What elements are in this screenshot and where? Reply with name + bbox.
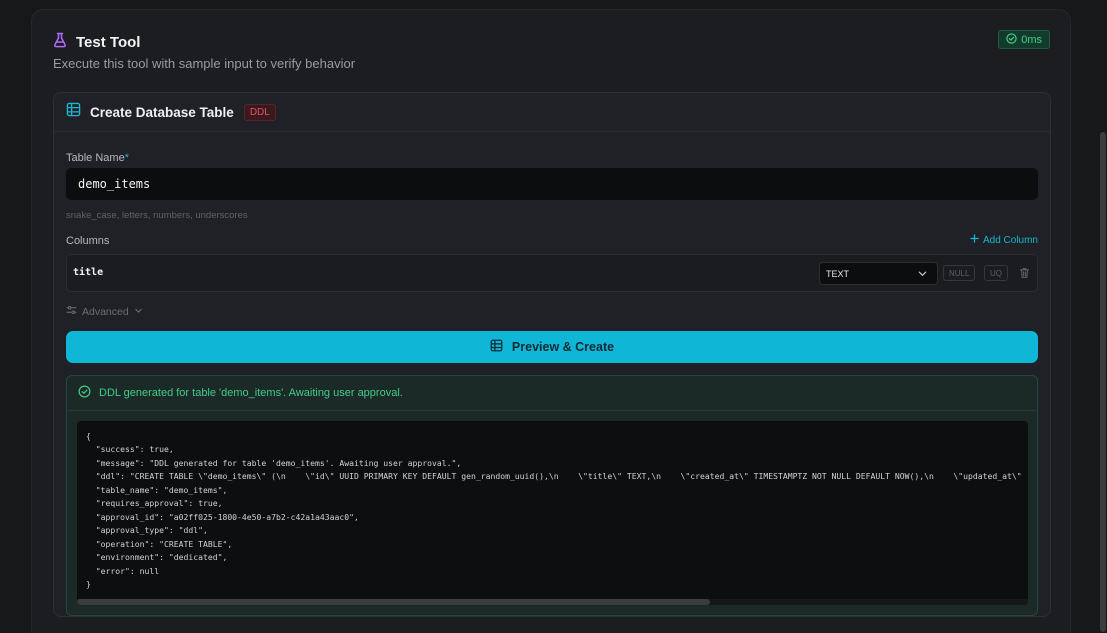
result-header: DDL generated for table 'demo_items'. Aw… <box>67 376 1037 411</box>
column-row: title TEXT NULL UQ <box>66 254 1038 292</box>
page-title: Test Tool <box>76 34 141 51</box>
table-name-input[interactable]: demo_items <box>66 168 1038 200</box>
page-scrollbar-track[interactable] <box>1099 0 1107 633</box>
table-name-hint: snake_case, letters, numbers, underscore… <box>66 210 248 221</box>
json-line: "success": true, <box>86 444 174 455</box>
ddl-badge: DDL <box>243 103 276 121</box>
plus-icon <box>970 234 979 246</box>
sliders-icon <box>66 305 77 318</box>
table-name-value: demo_items <box>78 177 151 191</box>
code-scrollbar-track[interactable] <box>77 599 1028 605</box>
json-line: { <box>86 431 91 441</box>
page-scrollbar-thumb[interactable] <box>1100 132 1106 632</box>
add-column-label: Add Column <box>982 234 1038 246</box>
code-scrollbar-thumb[interactable] <box>77 599 710 605</box>
chevron-down-icon <box>134 306 143 318</box>
table-name-label: Table Name* <box>66 152 129 164</box>
page-subtitle: Execute this tool with sample input to v… <box>53 56 356 71</box>
duration-badge: 0ms <box>998 30 1050 49</box>
delete-column-icon[interactable] <box>1019 266 1030 284</box>
json-line: "operation": "CREATE TABLE", <box>86 538 233 549</box>
json-line: "approval_type": "ddl", <box>86 525 208 536</box>
unique-toggle[interactable]: UQ <box>984 265 1008 281</box>
test-tool-panel: Test Tool Execute this tool with sample … <box>31 9 1071 633</box>
chevron-down-icon <box>917 268 928 281</box>
json-line: "approval_id": "a02ff025-1800-4e50-a7b2-… <box>86 511 359 522</box>
add-column-button[interactable]: Add Column <box>970 234 1038 246</box>
table-name-label-text: Table Name <box>66 152 125 164</box>
advanced-toggle[interactable]: Advanced <box>66 305 143 318</box>
json-line: "environment": "dedicated", <box>86 552 228 563</box>
json-line: "table_name": "demo_items", <box>86 484 228 495</box>
advanced-label: Advanced <box>82 305 129 318</box>
duration-value: 0ms <box>1021 33 1042 46</box>
json-line: "error": null <box>86 565 160 576</box>
json-line: "ddl": "CREATE TABLE \"demo_items\" (\n … <box>86 471 1022 482</box>
preview-create-button[interactable]: Preview & Create <box>66 331 1038 363</box>
card-header: Create Database Table DDL <box>54 93 1050 132</box>
null-toggle[interactable]: NULL <box>943 265 976 281</box>
json-line: } <box>86 578 91 589</box>
preview-create-label: Preview & Create <box>511 340 615 354</box>
json-line: "requires_approval": true, <box>86 498 223 509</box>
table-icon <box>490 339 503 355</box>
columns-label: Columns <box>66 235 110 247</box>
result-json-block[interactable]: { "success": true, "message": "DDL gener… <box>77 421 1028 605</box>
table-icon <box>66 102 81 122</box>
check-circle-icon <box>78 385 91 401</box>
json-line: "message": "DDL generated for table 'dem… <box>86 457 462 468</box>
column-type-value: TEXT <box>826 268 850 279</box>
column-type-select[interactable]: TEXT <box>819 262 938 285</box>
required-marker: * <box>124 152 129 164</box>
result-panel: DDL generated for table 'demo_items'. Aw… <box>66 375 1038 616</box>
create-table-card: Create Database Table DDL Table Name* de… <box>53 92 1051 617</box>
json-output: { "success": true, "message": "DDL gener… <box>86 430 1022 591</box>
flask-icon <box>53 32 67 53</box>
check-circle-icon <box>1006 32 1017 47</box>
panel-header: Test Tool <box>53 32 140 53</box>
card-title: Create Database Table <box>90 104 234 120</box>
result-status-message: DDL generated for table 'demo_items'. Aw… <box>99 387 403 399</box>
column-name[interactable]: title <box>73 267 103 278</box>
